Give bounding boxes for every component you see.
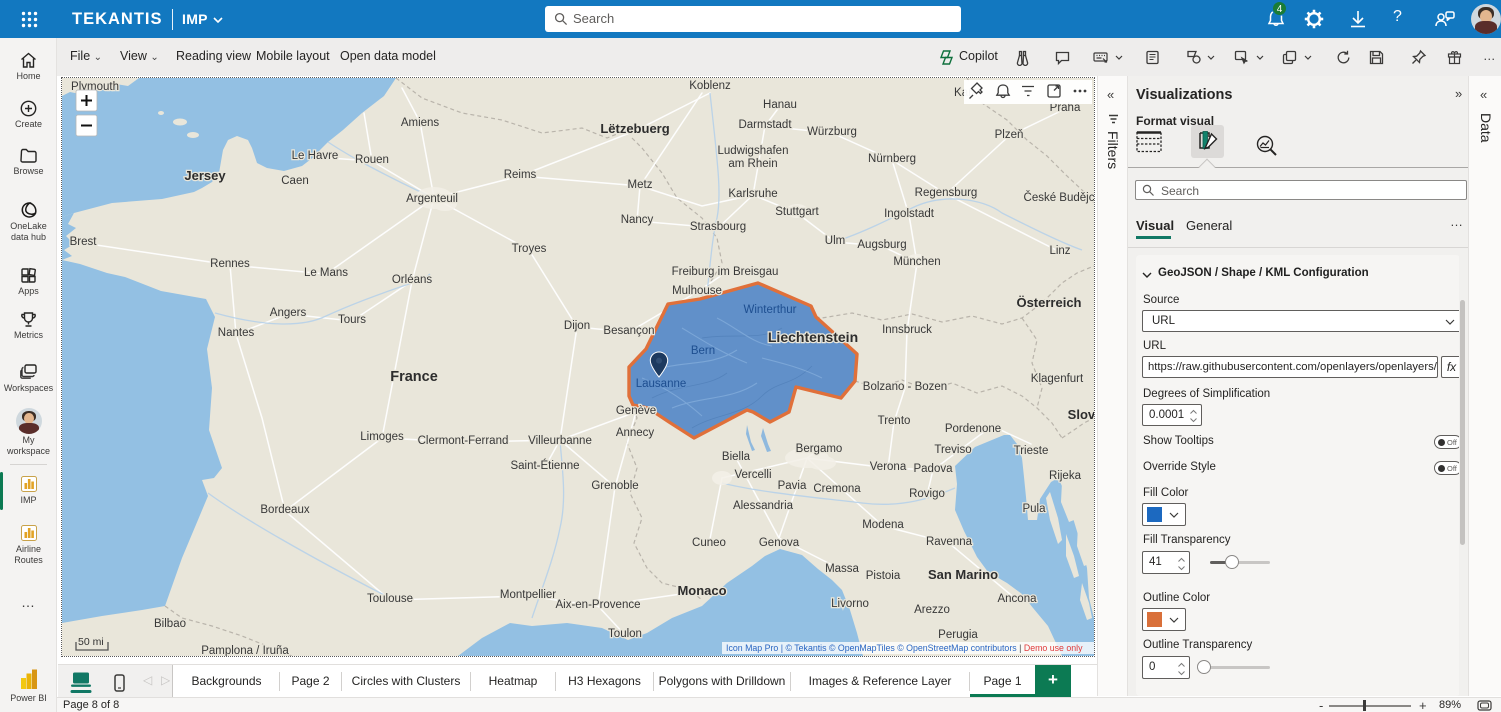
svg-text:Bordeaux: Bordeaux: [260, 504, 309, 516]
svg-text:Karlsruhe: Karlsruhe: [728, 188, 777, 200]
svg-text:Grenoble: Grenoble: [591, 480, 638, 492]
svg-text:Winterthur: Winterthur: [743, 304, 796, 316]
svg-text:Rijeka: Rijeka: [1049, 470, 1082, 482]
svg-text:Montpellier: Montpellier: [500, 589, 556, 601]
svg-text:Nancy: Nancy: [621, 214, 654, 226]
svg-text:Nürnberg: Nürnberg: [868, 153, 916, 165]
svg-text:Annecy: Annecy: [616, 427, 655, 439]
svg-text:Plzeň: Plzeň: [995, 129, 1024, 141]
svg-text:Limoges: Limoges: [360, 431, 404, 443]
svg-text:Bergamo: Bergamo: [796, 443, 843, 455]
svg-text:Stuttgart: Stuttgart: [775, 206, 819, 218]
svg-text:Perugia: Perugia: [938, 629, 978, 641]
svg-text:Metz: Metz: [628, 179, 653, 191]
svg-text:Saint-Étienne: Saint-Étienne: [510, 459, 579, 472]
svg-text:Rouen: Rouen: [355, 154, 389, 166]
svg-text:Dijon: Dijon: [564, 320, 590, 332]
svg-text:Treviso: Treviso: [934, 444, 971, 456]
svg-text:Lausanne: Lausanne: [636, 378, 687, 390]
svg-text:Alessandria: Alessandria: [733, 500, 794, 512]
svg-text:Icon Map Pro | © Tekantis © Op: Icon Map Pro | © Tekantis © OpenMapTiles…: [726, 643, 1083, 653]
svg-text:Linz: Linz: [1049, 245, 1070, 257]
svg-text:Caen: Caen: [281, 175, 309, 187]
svg-text:Bolzano - Bozen: Bolzano - Bozen: [863, 381, 947, 393]
svg-text:Jersey: Jersey: [184, 168, 226, 183]
svg-text:Pavia: Pavia: [778, 480, 807, 492]
svg-text:Arezzo: Arezzo: [914, 604, 950, 616]
svg-text:Trento: Trento: [878, 415, 911, 427]
svg-text:Toulouse: Toulouse: [367, 593, 413, 605]
svg-text:Hanau: Hanau: [763, 99, 797, 111]
svg-text:Ulm: Ulm: [825, 235, 845, 247]
svg-text:Mulhouse: Mulhouse: [672, 285, 722, 297]
svg-text:Cremona: Cremona: [813, 483, 861, 495]
svg-text:Le Mans: Le Mans: [304, 267, 348, 279]
svg-text:Pordenone: Pordenone: [945, 423, 1001, 435]
svg-text:Verona: Verona: [870, 461, 907, 473]
svg-text:Ravenna: Ravenna: [926, 536, 973, 548]
svg-text:Trieste: Trieste: [1014, 445, 1049, 457]
svg-text:Darmstadt: Darmstadt: [738, 119, 792, 131]
svg-text:Genova: Genova: [759, 537, 800, 549]
svg-text:Nantes: Nantes: [218, 327, 255, 339]
svg-text:Freiburg im Breisgau: Freiburg im Breisgau: [672, 266, 779, 278]
svg-text:Pistoia: Pistoia: [866, 570, 901, 582]
svg-text:Genève: Genève: [616, 405, 656, 417]
svg-text:Liechtenstein: Liechtenstein: [768, 329, 858, 345]
svg-text:Pamplona / Iruña: Pamplona / Iruña: [201, 645, 289, 656]
svg-text:Regensburg: Regensburg: [915, 187, 978, 199]
svg-text:Padova: Padova: [913, 463, 953, 475]
svg-text:Bern: Bern: [691, 345, 715, 357]
svg-text:Rennes: Rennes: [210, 258, 250, 270]
svg-text:České Budějc: České Budějc: [1024, 191, 1094, 204]
svg-text:France: France: [390, 369, 438, 385]
svg-text:Argenteuil: Argenteuil: [406, 193, 458, 205]
svg-text:Amiens: Amiens: [401, 117, 440, 129]
svg-text:Vercelli: Vercelli: [734, 469, 771, 481]
svg-text:Tours: Tours: [338, 314, 366, 326]
svg-text:München: München: [893, 256, 940, 268]
svg-text:Strasbourg: Strasbourg: [690, 221, 746, 233]
svg-text:Clermont-Ferrand: Clermont-Ferrand: [418, 435, 509, 447]
svg-text:Besançon: Besançon: [603, 325, 654, 337]
svg-text:San Marino: San Marino: [928, 567, 998, 582]
svg-text:Angers: Angers: [270, 307, 307, 319]
svg-text:Livorno: Livorno: [831, 598, 869, 610]
svg-text:Monaco: Monaco: [677, 583, 726, 598]
svg-text:Troyes: Troyes: [512, 243, 547, 255]
svg-text:Pula: Pula: [1022, 503, 1046, 515]
svg-text:Toulon: Toulon: [608, 628, 642, 640]
svg-text:Ludwigshafen: Ludwigshafen: [718, 145, 789, 157]
svg-text:Augsburg: Augsburg: [857, 239, 906, 251]
svg-text:Villeurbanne: Villeurbanne: [528, 435, 592, 447]
svg-text:Ancona: Ancona: [997, 593, 1037, 605]
svg-text:Rovigo: Rovigo: [909, 488, 945, 500]
svg-text:Würzburg: Würzburg: [807, 126, 857, 138]
svg-text:Aix-en-Provence: Aix-en-Provence: [555, 599, 640, 611]
svg-text:Innsbruck: Innsbruck: [882, 324, 932, 336]
svg-text:Modena: Modena: [862, 519, 904, 531]
svg-text:Cuneo: Cuneo: [692, 537, 726, 549]
svg-text:am Rhein: am Rhein: [728, 158, 777, 170]
svg-text:Reims: Reims: [504, 169, 537, 181]
svg-text:Biella: Biella: [722, 451, 751, 463]
svg-text:Massa: Massa: [825, 563, 859, 575]
svg-text:Bilbao: Bilbao: [154, 618, 186, 630]
svg-text:Koblenz: Koblenz: [689, 80, 731, 92]
svg-text:Ingolstadt: Ingolstadt: [884, 208, 935, 220]
svg-text:Slove: Slove: [1068, 407, 1094, 422]
svg-text:Orléans: Orléans: [392, 274, 433, 286]
svg-text:Österreich: Österreich: [1016, 295, 1081, 310]
svg-text:Klagenfurt: Klagenfurt: [1031, 373, 1084, 385]
svg-text:Le Havre: Le Havre: [292, 150, 339, 162]
svg-text:50 mi: 50 mi: [78, 636, 104, 648]
svg-text:Brest: Brest: [70, 236, 98, 248]
svg-text:Lëtzebuerg: Lëtzebuerg: [600, 121, 669, 136]
